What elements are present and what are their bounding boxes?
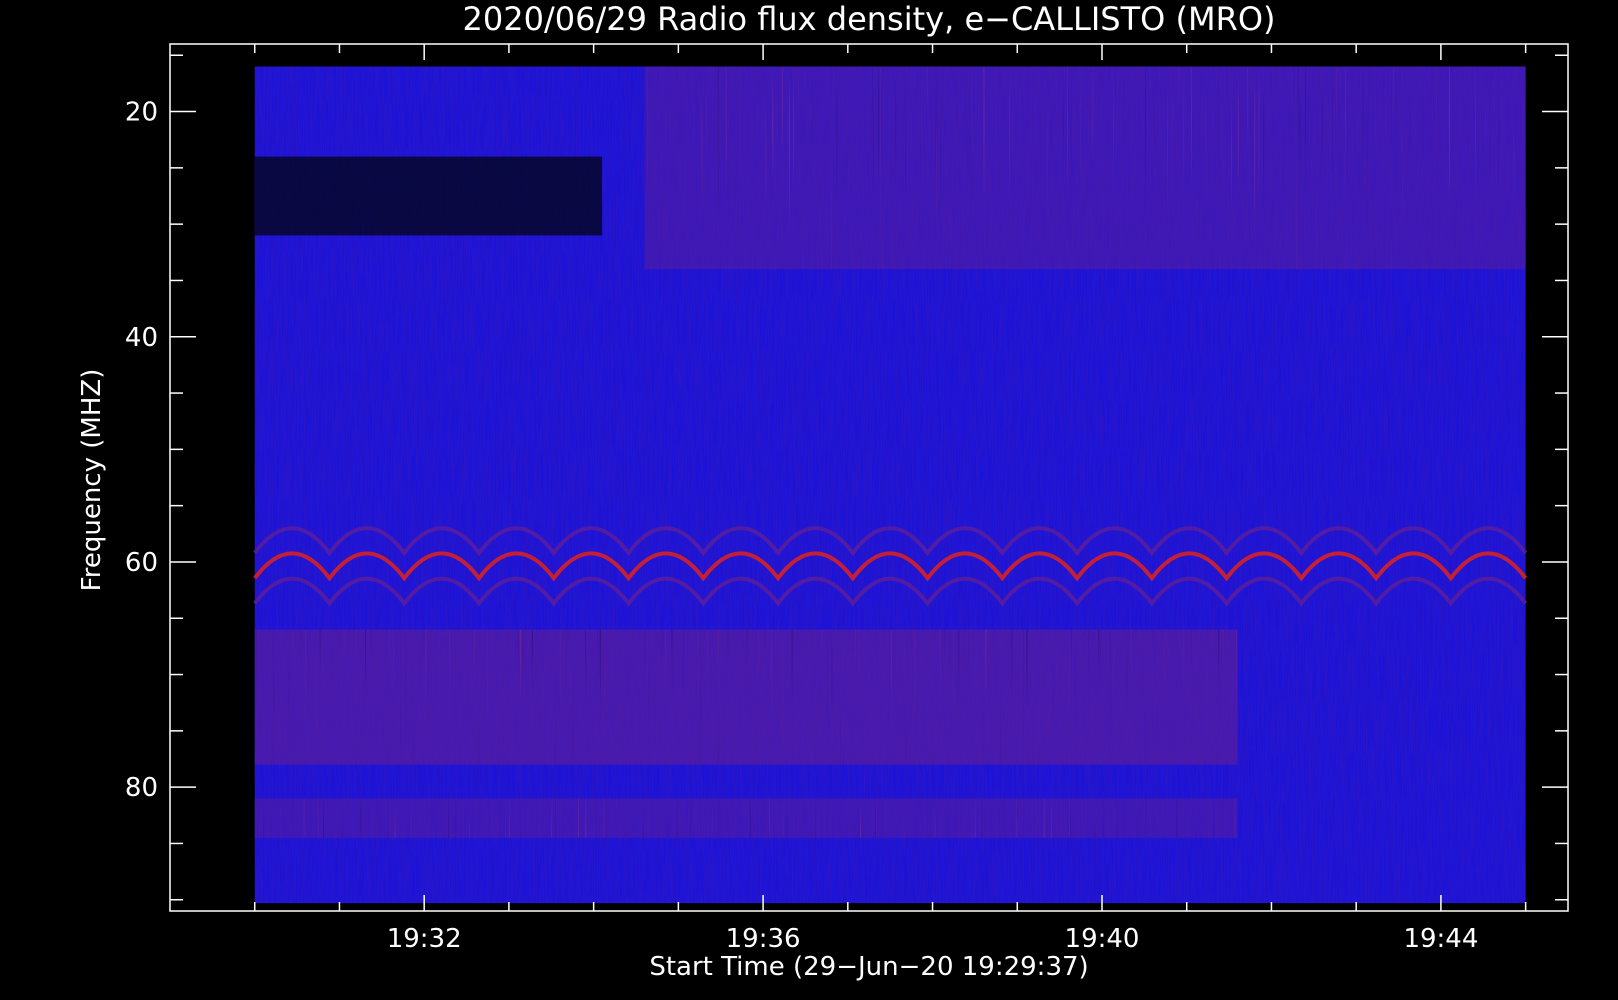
y-tick-label: 20 <box>125 98 158 128</box>
y-tick-label: 60 <box>125 548 158 578</box>
x-tick-label: 19:32 <box>387 924 462 954</box>
feature-stripes-red <box>254 629 1238 765</box>
chart-title: 2020/06/29 Radio flux density, e−CALLIST… <box>463 0 1276 38</box>
x-tick-label: 19:40 <box>1065 924 1140 954</box>
y-axis-label: Frequency (MHZ) <box>77 369 107 592</box>
x-axis-label: Start Time (29−Jun−20 19:29:37) <box>649 952 1088 982</box>
feature-striped-band <box>254 798 1238 838</box>
feature-fill <box>254 156 603 236</box>
x-tick-label: 19:36 <box>726 924 801 954</box>
heatmap-image <box>253 66 1528 904</box>
feature-band-dark-left <box>254 156 603 236</box>
spectrogram-chart: 19:32 19:36 19:40 19:44 20 40 60 80 2020/06/29… <box>77 0 1569 982</box>
feature-stripes-dark <box>644 66 1526 270</box>
y-tick-label: 40 <box>125 323 158 353</box>
feature-band-red <box>644 66 1526 270</box>
y-tick-label: 80 <box>125 773 158 803</box>
feature-band-red-low <box>254 629 1238 765</box>
x-tick-label: 19:44 <box>1403 924 1478 954</box>
feature-stripes-dark <box>254 798 1238 838</box>
